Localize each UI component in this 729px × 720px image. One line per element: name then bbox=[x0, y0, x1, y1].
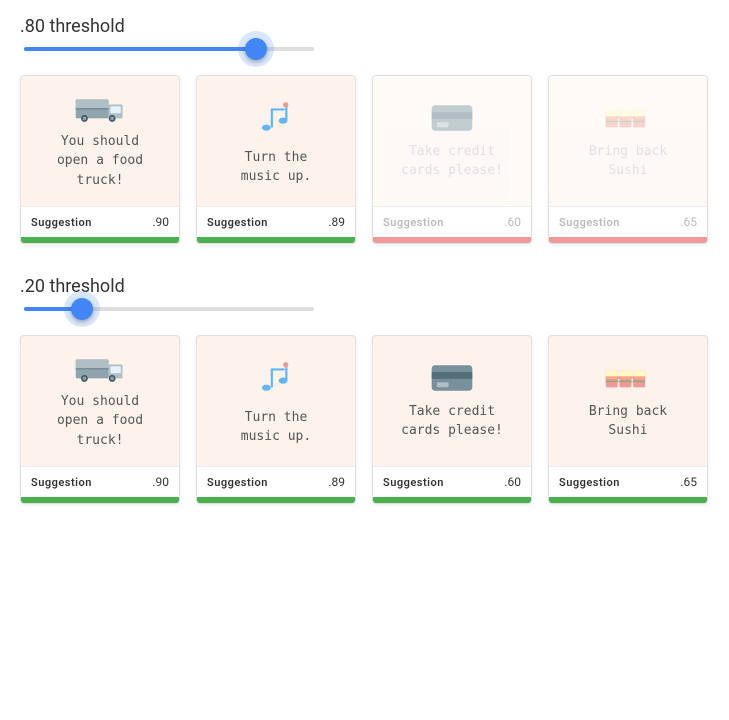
slider-container[interactable] bbox=[20, 307, 709, 311]
slider-thumb[interactable] bbox=[71, 298, 93, 320]
suggestion-label: Suggestion bbox=[31, 476, 92, 489]
suggestion-score: .90 bbox=[152, 215, 169, 229]
section-threshold-20: .20 threshold You shouldopen a foodtruck… bbox=[20, 276, 709, 504]
card-text: Bring backSushi bbox=[585, 402, 671, 441]
card-credit-card-2[interactable]: Take creditcards please! Suggestion .60 bbox=[372, 335, 532, 504]
card-food-truck-2[interactable]: You shouldopen a foodtruck! Suggestion .… bbox=[20, 335, 180, 504]
slider-track[interactable] bbox=[24, 47, 314, 51]
card-bar bbox=[549, 497, 707, 503]
suggestion-score: .60 bbox=[504, 475, 521, 489]
slider-track[interactable] bbox=[24, 307, 314, 311]
suggestion-label: Suggestion bbox=[383, 216, 444, 229]
card-footer: Suggestion .65 bbox=[549, 206, 707, 237]
card-image-area: Turn themusic up. bbox=[197, 76, 355, 206]
card-footer: Suggestion .89 bbox=[197, 206, 355, 237]
suggestion-score: .90 bbox=[152, 475, 169, 489]
suggestion-label: Suggestion bbox=[383, 476, 444, 489]
card-food-truck[interactable]: You shouldopen a foodtruck! Suggestion .… bbox=[20, 75, 180, 244]
card-bar bbox=[373, 497, 531, 503]
card-music-2[interactable]: Turn themusic up. Suggestion .89 bbox=[196, 335, 356, 504]
card-bar bbox=[21, 237, 179, 243]
suggestion-label: Suggestion bbox=[207, 216, 268, 229]
suggestion-label: Suggestion bbox=[207, 476, 268, 489]
card-bar bbox=[373, 237, 531, 243]
card-sushi-2[interactable]: Bring backSushi Suggestion .65 bbox=[548, 335, 708, 504]
slider-fill bbox=[24, 47, 256, 51]
suggestion-label: Suggestion bbox=[31, 216, 92, 229]
card-image-area: Bring backSushi bbox=[549, 76, 707, 206]
card-text: You shouldopen a foodtruck! bbox=[53, 392, 147, 451]
card-bar bbox=[549, 237, 707, 243]
suggestion-score: .89 bbox=[328, 215, 345, 229]
card-text: Take creditcards please! bbox=[397, 402, 507, 441]
card-text: Take creditcards please! bbox=[397, 142, 507, 181]
suggestion-score: .65 bbox=[680, 475, 697, 489]
suggestion-score: .60 bbox=[504, 215, 521, 229]
suggestion-score: .65 bbox=[680, 215, 697, 229]
card-text: You shouldopen a foodtruck! bbox=[53, 132, 147, 191]
threshold-label: .20 threshold bbox=[20, 276, 709, 297]
card-footer: Suggestion .60 bbox=[373, 206, 531, 237]
suggestion-label: Suggestion bbox=[559, 476, 620, 489]
card-footer: Suggestion .90 bbox=[21, 206, 179, 237]
suggestion-label: Suggestion bbox=[559, 216, 620, 229]
card-bar bbox=[197, 497, 355, 503]
card-bar bbox=[21, 497, 179, 503]
slider-thumb[interactable] bbox=[245, 38, 267, 60]
card-footer: Suggestion .89 bbox=[197, 466, 355, 497]
card-image-area: Take creditcards please! bbox=[373, 336, 531, 466]
card-text: Turn themusic up. bbox=[237, 148, 315, 187]
card-image-area: You shouldopen a foodtruck! bbox=[21, 336, 179, 466]
cards-row: You shouldopen a foodtruck! Suggestion .… bbox=[20, 335, 709, 504]
card-image-area: Turn themusic up. bbox=[197, 336, 355, 466]
card-music[interactable]: Turn themusic up. Suggestion .89 bbox=[196, 75, 356, 244]
section-threshold-80: .80 threshold You shouldopen a foodtruck… bbox=[20, 16, 709, 244]
card-image-area: Bring backSushi bbox=[549, 336, 707, 466]
cards-row: You shouldopen a foodtruck! Suggestion .… bbox=[20, 75, 709, 244]
suggestion-score: .89 bbox=[328, 475, 345, 489]
card-text: Bring backSushi bbox=[585, 142, 671, 181]
card-bar bbox=[197, 237, 355, 243]
threshold-label: .80 threshold bbox=[20, 16, 709, 37]
card-footer: Suggestion .60 bbox=[373, 466, 531, 497]
card-credit-card[interactable]: Take creditcards please! Suggestion .60 bbox=[372, 75, 532, 244]
card-text: Turn themusic up. bbox=[237, 408, 315, 447]
card-sushi[interactable]: Bring backSushi Suggestion .65 bbox=[548, 75, 708, 244]
card-footer: Suggestion .65 bbox=[549, 466, 707, 497]
card-image-area: Take creditcards please! bbox=[373, 76, 531, 206]
card-image-area: You shouldopen a foodtruck! bbox=[21, 76, 179, 206]
slider-container[interactable] bbox=[20, 47, 709, 51]
card-footer: Suggestion .90 bbox=[21, 466, 179, 497]
